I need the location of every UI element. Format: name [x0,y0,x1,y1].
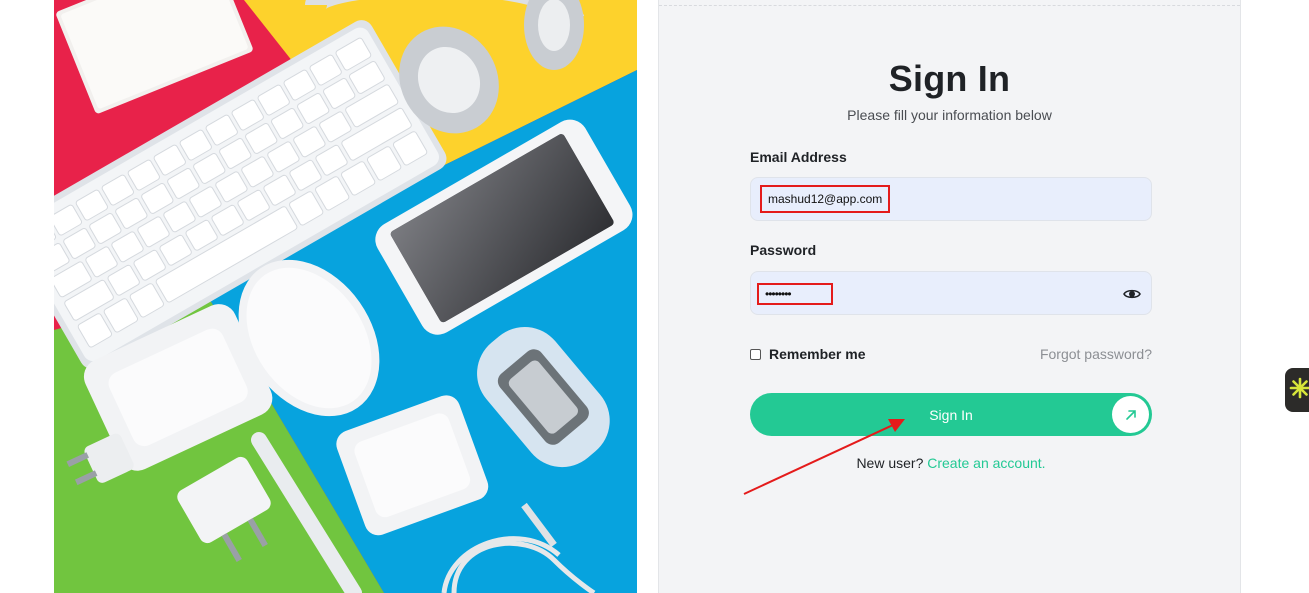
page-title: Sign In [888,58,1011,99]
page-subtitle: Please fill your information below [847,107,1052,123]
new-user-text: New user? [856,455,924,471]
email-value: mashud12@app.com [760,185,891,213]
checkbox-box[interactable] [750,348,761,360]
password-field[interactable]: •••••••• [750,271,1152,315]
eye-icon[interactable] [1123,285,1141,303]
password-value: •••••••• [757,283,833,305]
remember-me-label: Remember me [769,346,866,362]
signin-panel: Sign In Please fill your information bel… [658,0,1241,593]
side-widget-button[interactable] [1285,368,1309,412]
email-field[interactable]: mashud12@app.com [750,177,1152,221]
divider [659,5,1240,6]
gadgets-illustration [54,0,637,593]
signin-button[interactable]: Sign In [750,393,1152,436]
sparkle-icon [1289,377,1309,404]
signup-prompt: New user? Create an account. [750,455,1152,471]
signin-button-label: Sign In [929,407,973,423]
arrow-up-right-icon [1112,396,1149,433]
password-label: Password [750,242,817,258]
create-account-link[interactable]: Create an account. [927,455,1045,471]
forgot-password-link[interactable]: Forgot password? [1040,346,1152,362]
hero-photo [54,0,637,593]
email-label: Email Address [750,149,847,165]
remember-me-checkbox[interactable]: Remember me [750,346,866,362]
